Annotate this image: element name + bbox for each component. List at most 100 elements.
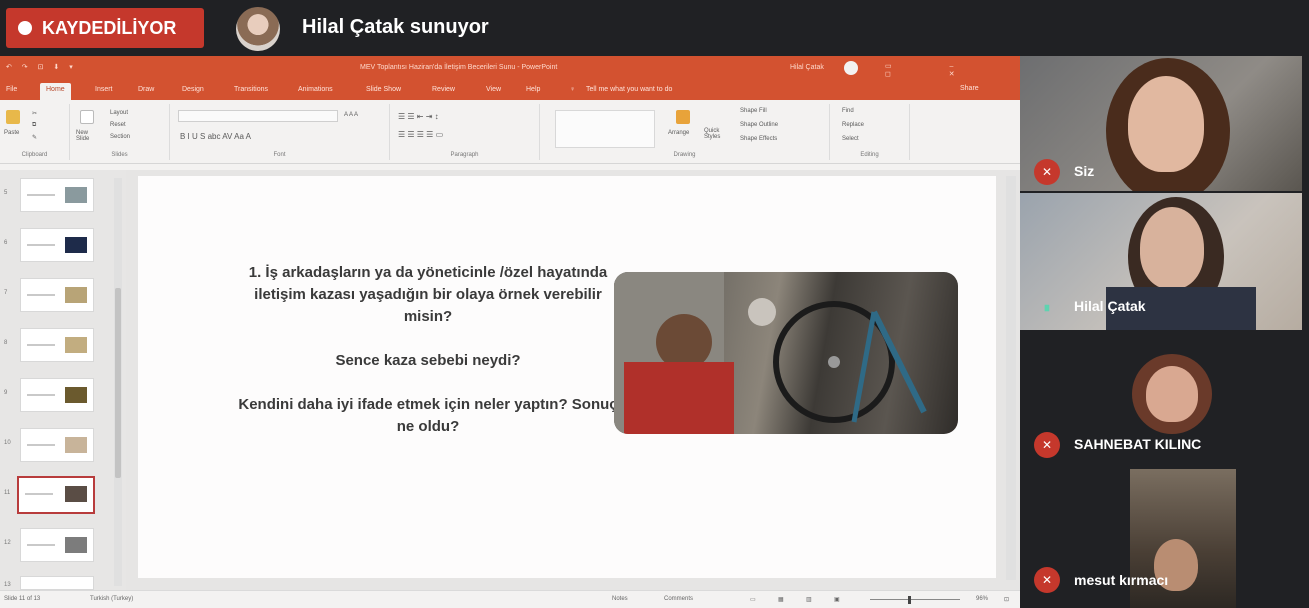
new-slide-icon[interactable]	[80, 110, 94, 124]
arrange-button[interactable]: Arrange	[668, 130, 689, 136]
meeting-top-bar: KAYDEDİLİYOR Hilal Çatak sunuyor	[0, 0, 1309, 56]
paragraph-row1-buttons[interactable]: ☰ ☰ ⇤ ⇥ ↕	[398, 112, 439, 121]
shape-outline-button[interactable]: Shape Outline	[740, 122, 778, 128]
thumb-number: 9	[4, 390, 8, 396]
tab-insert[interactable]: Insert	[95, 86, 113, 93]
slide-thumbnail[interactable]	[20, 178, 94, 212]
paragraph-row2-buttons[interactable]: ☰ ☰ ☰ ☰ ▭	[398, 130, 443, 139]
thumb-text	[27, 344, 55, 346]
tab-home[interactable]: Home	[40, 83, 71, 100]
replace-button[interactable]: Replace	[842, 122, 864, 128]
slide-thumbnail[interactable]	[20, 278, 94, 312]
lightbulb-icon: ♀	[570, 86, 576, 93]
slide-thumbnail[interactable]	[20, 228, 94, 262]
window-controls[interactable]: ▭ – ◻ ✕	[885, 62, 1020, 78]
slide-thumbnail-selected[interactable]	[17, 476, 95, 514]
select-button[interactable]: Select	[842, 136, 859, 142]
editing-group-label: Editing	[860, 152, 879, 158]
mic-off-icon: ✕	[1034, 432, 1060, 458]
thumb-image	[65, 287, 87, 303]
tab-review[interactable]: Review	[432, 86, 455, 93]
language-indicator[interactable]: Turkish (Turkey)	[90, 596, 133, 602]
slide-thumbnail[interactable]	[20, 328, 94, 362]
fit-slide-icon[interactable]: ⊡	[1004, 596, 1009, 603]
account-name[interactable]: Hilal Çatak	[790, 64, 824, 71]
bicycle-hub	[828, 356, 840, 368]
thumb-text	[27, 194, 55, 196]
editing-group: Find Replace Select Editing	[830, 104, 910, 160]
account-avatar[interactable]	[844, 61, 858, 75]
share-button[interactable]: Share	[960, 85, 979, 92]
reset-button[interactable]: Reset	[110, 122, 126, 128]
slide-thumbnail[interactable]	[20, 576, 94, 590]
participant-name: Hilal Çatak	[1074, 298, 1146, 314]
thumb-number: 8	[4, 340, 8, 346]
thumb-text	[27, 394, 55, 396]
thumbnail-scrollbar[interactable]	[114, 178, 122, 586]
reading-view-icon[interactable]: ▥	[806, 596, 812, 603]
font-format-buttons[interactable]: B I U S abc AV Aa A	[180, 132, 251, 141]
zoom-level[interactable]: 96%	[976, 596, 988, 602]
thumb-number: 7	[4, 290, 8, 296]
shape-fill-button[interactable]: Shape Fill	[740, 108, 767, 114]
tab-file[interactable]: File	[6, 86, 17, 93]
new-slide-button[interactable]: New Slide	[76, 130, 102, 142]
font-size-buttons[interactable]: A A A	[344, 112, 358, 118]
shape-effects-button[interactable]: Shape Effects	[740, 136, 777, 142]
participant-tile[interactable]: ✕ SAHNEBAT KILINC	[1020, 332, 1302, 467]
tab-slide-show[interactable]: Slide Show	[366, 86, 401, 93]
notes-button[interactable]: Notes	[612, 596, 628, 602]
thumb-text	[27, 294, 55, 296]
slides-group: New Slide Layout Reset Section Slides	[70, 104, 170, 160]
zoom-slider[interactable]	[870, 599, 960, 600]
tell-me-box[interactable]: Tell me what you want to do	[586, 86, 672, 93]
slide-thumbnail[interactable]	[20, 378, 94, 412]
paste-icon[interactable]	[6, 110, 20, 124]
slide-counter: Slide 11 of 13	[4, 596, 41, 602]
quick-styles-button[interactable]: Quick Styles	[704, 128, 734, 140]
thumb-number: 10	[4, 440, 11, 446]
slide-thumbnail[interactable]	[20, 428, 94, 462]
quick-access-toolbar[interactable]: ↶ ↷ ⊡ ⬇ ▾	[6, 63, 77, 71]
section-button[interactable]: Section	[110, 134, 130, 140]
participant-panel: ✕ Siz ∎ Hilal Çatak ✕ SAHNEBAT KILINC ✕ …	[1020, 56, 1309, 608]
current-slide[interactable]: 1. İş arkadaşların ya da yöneticinle /öz…	[138, 176, 996, 578]
slide-thumbnail[interactable]	[20, 528, 94, 562]
ribbon-tabs: File Home Insert Draw Design Transitions…	[0, 80, 1020, 100]
participant-face	[1128, 76, 1204, 172]
font-name-box[interactable]	[178, 110, 338, 122]
slide-stage: 1. İş arkadaşların ya da yöneticinle /öz…	[126, 170, 1020, 590]
comments-button[interactable]: Comments	[664, 596, 693, 602]
shapes-gallery[interactable]	[555, 110, 655, 148]
tab-animations[interactable]: Animations	[298, 86, 333, 93]
tab-draw[interactable]: Draw	[138, 86, 154, 93]
photo-illustration	[614, 272, 927, 434]
thumbnail-scroll-thumb[interactable]	[115, 288, 121, 478]
participant-tile[interactable]: ✕ Siz	[1020, 56, 1302, 191]
cut-icon[interactable]: ✂	[32, 110, 37, 117]
tab-transitions[interactable]: Transitions	[234, 86, 268, 93]
find-button[interactable]: Find	[842, 108, 854, 114]
slide-scrollbar[interactable]	[1006, 176, 1016, 580]
recording-label: KAYDEDİLİYOR	[42, 17, 177, 38]
font-group: A A A B I U S abc AV Aa A Font	[170, 104, 390, 160]
arrange-icon[interactable]	[676, 110, 690, 124]
tab-view[interactable]: View	[486, 86, 501, 93]
tab-design[interactable]: Design	[182, 86, 204, 93]
slide-sorter-icon[interactable]: ▦	[778, 596, 784, 603]
copy-icon[interactable]: ⧉	[32, 122, 36, 129]
normal-view-icon[interactable]: ▭	[750, 596, 756, 603]
thumb-image	[65, 486, 87, 502]
thumb-number: 11	[4, 490, 11, 496]
paste-button[interactable]: Paste	[4, 130, 19, 136]
zoom-slider-knob[interactable]	[908, 596, 911, 604]
slide-question-2: Sence kaza sebebi neydi?	[335, 352, 521, 369]
participant-tile[interactable]: ∎ Hilal Çatak	[1020, 193, 1302, 330]
layout-button[interactable]: Layout	[110, 110, 128, 116]
tab-help[interactable]: Help	[526, 86, 540, 93]
slideshow-icon[interactable]: ▣	[834, 596, 840, 603]
bicycle-repair-photo[interactable]	[614, 272, 958, 434]
format-painter-icon[interactable]: ✎	[32, 134, 37, 141]
recording-badge[interactable]: KAYDEDİLİYOR	[6, 8, 204, 48]
participant-tile[interactable]: ✕ mesut kırmacı	[1020, 469, 1302, 608]
